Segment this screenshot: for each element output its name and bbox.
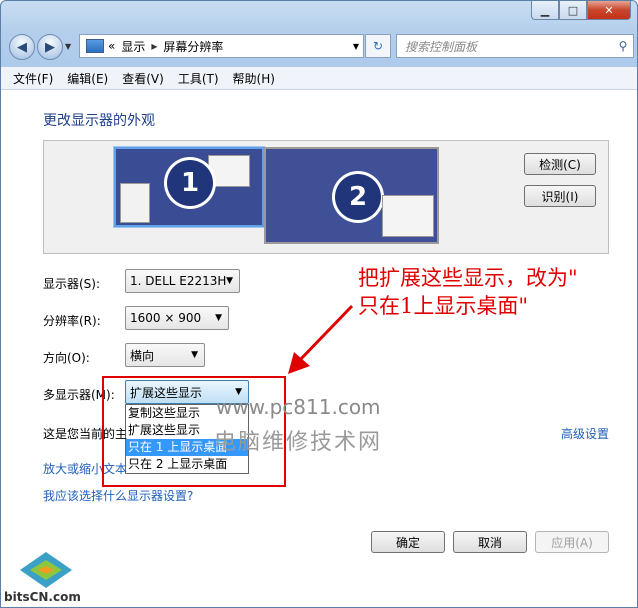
resolution-select[interactable]: 1600 × 900 ▼ [125, 306, 229, 330]
breadcrumb-resolution[interactable]: 屏幕分辨率 [163, 38, 223, 55]
minimize-icon: ▁ [540, 3, 550, 17]
search-box[interactable]: 搜索控制面板 ⚲ [396, 34, 634, 58]
annotation-line-2: 只在1上显示桌面" [358, 294, 529, 318]
refresh-button[interactable]: ↻ [365, 34, 391, 58]
monitor-1-number: 1 [167, 160, 213, 206]
identify-button[interactable]: 识别(I) [524, 185, 596, 207]
monitor-preview: 1 2 检测(C) 识别(I) [43, 140, 609, 254]
detect-button[interactable]: 检测(C) [524, 153, 596, 175]
minimize-button[interactable]: ▁ [531, 1, 559, 20]
monitor-1[interactable]: 1 [114, 147, 264, 227]
title-buttons: ▁ □ ✕ [531, 1, 631, 20]
annotation-line-1: 把扩展这些显示，改为" [358, 266, 578, 290]
logo-text: bitsCN.com [4, 590, 81, 604]
orientation-label: 方向(O): [43, 351, 90, 365]
control-panel-icon [86, 39, 104, 53]
chevron-down-icon: ▼ [191, 350, 198, 360]
ok-button[interactable]: 确定 [371, 531, 445, 553]
display-value: 1. DELL E2213H [130, 274, 227, 288]
menu-file[interactable]: 文件(F) [13, 70, 53, 87]
breadcrumb-display[interactable]: 显示 [121, 38, 145, 55]
search-icon[interactable]: ⚲ [613, 39, 633, 53]
page-title: 更改显示器的外观 [43, 113, 155, 129]
maximize-button[interactable]: □ [559, 1, 587, 20]
back-arrow-icon: ◀ [17, 39, 27, 55]
apply-button: 应用(A) [535, 531, 609, 553]
watermark-name: 电脑维修技术网 [214, 430, 383, 455]
back-button[interactable]: ◀ [9, 34, 35, 60]
menu-edit[interactable]: 编辑(E) [67, 70, 108, 87]
logo-icon [20, 552, 72, 588]
breadcrumb-separator-icon[interactable]: ▸ [151, 39, 157, 53]
search-input[interactable]: 搜索控制面板 [397, 38, 613, 55]
forward-button[interactable]: ▶ [37, 34, 63, 60]
orientation-select[interactable]: 横向 ▼ [125, 343, 205, 367]
resolution-value: 1600 × 900 [130, 311, 202, 325]
display-select[interactable]: 1. DELL E2213H ▼ [125, 269, 240, 293]
monitor-2-number: 2 [335, 174, 381, 220]
menu-view[interactable]: 查看(V) [122, 70, 164, 87]
taskbar-window-icon [120, 183, 150, 223]
address-bar[interactable]: « 显示 ▸ 屏幕分辨率 ▼ [79, 34, 364, 58]
maximize-icon: □ [567, 3, 579, 17]
annotation-arrow-icon [288, 304, 354, 374]
display-label: 显示器(S): [43, 277, 101, 291]
help-link[interactable]: 我应该选择什么显示器设置? [43, 487, 193, 504]
orientation-value: 横向 [130, 348, 155, 363]
address-dropdown-icon[interactable]: ▼ [353, 42, 359, 51]
grid-window-icon [382, 195, 434, 237]
path-prefix[interactable]: « [108, 39, 115, 53]
refresh-icon: ↻ [372, 39, 384, 53]
site-logo: bitsCN.com [4, 550, 86, 606]
chevron-down-icon: ▼ [226, 276, 233, 286]
menu-tools[interactable]: 工具(T) [178, 70, 219, 87]
close-button[interactable]: ✕ [587, 1, 631, 20]
close-icon: ✕ [604, 3, 614, 17]
navigation-bar: ◀ ▶ ▼ « 显示 ▸ 屏幕分辨率 ▼ ↻ 搜索控制面板 ⚲ [9, 31, 634, 61]
chevron-down-icon: ▼ [215, 313, 222, 323]
monitor-2[interactable]: 2 [264, 147, 439, 244]
annotation-text: 把扩展这些显示，改为" 只在1上显示桌面" [358, 264, 578, 320]
forward-arrow-icon: ▶ [45, 39, 55, 55]
monitor-1-badge: 1 [164, 157, 216, 209]
recent-pages-dropdown-icon[interactable]: ▼ [65, 42, 71, 51]
watermark-url: www.pc811.com [216, 395, 381, 419]
resolution-label: 分辨率(R): [43, 314, 101, 328]
cancel-button[interactable]: 取消 [453, 531, 527, 553]
monitor-2-badge: 2 [332, 171, 384, 223]
advanced-settings-link[interactable]: 高级设置 [561, 425, 609, 442]
menu-help[interactable]: 帮助(H) [233, 70, 275, 87]
menu-bar: 文件(F) 编辑(E) 查看(V) 工具(T) 帮助(H) [1, 67, 637, 90]
